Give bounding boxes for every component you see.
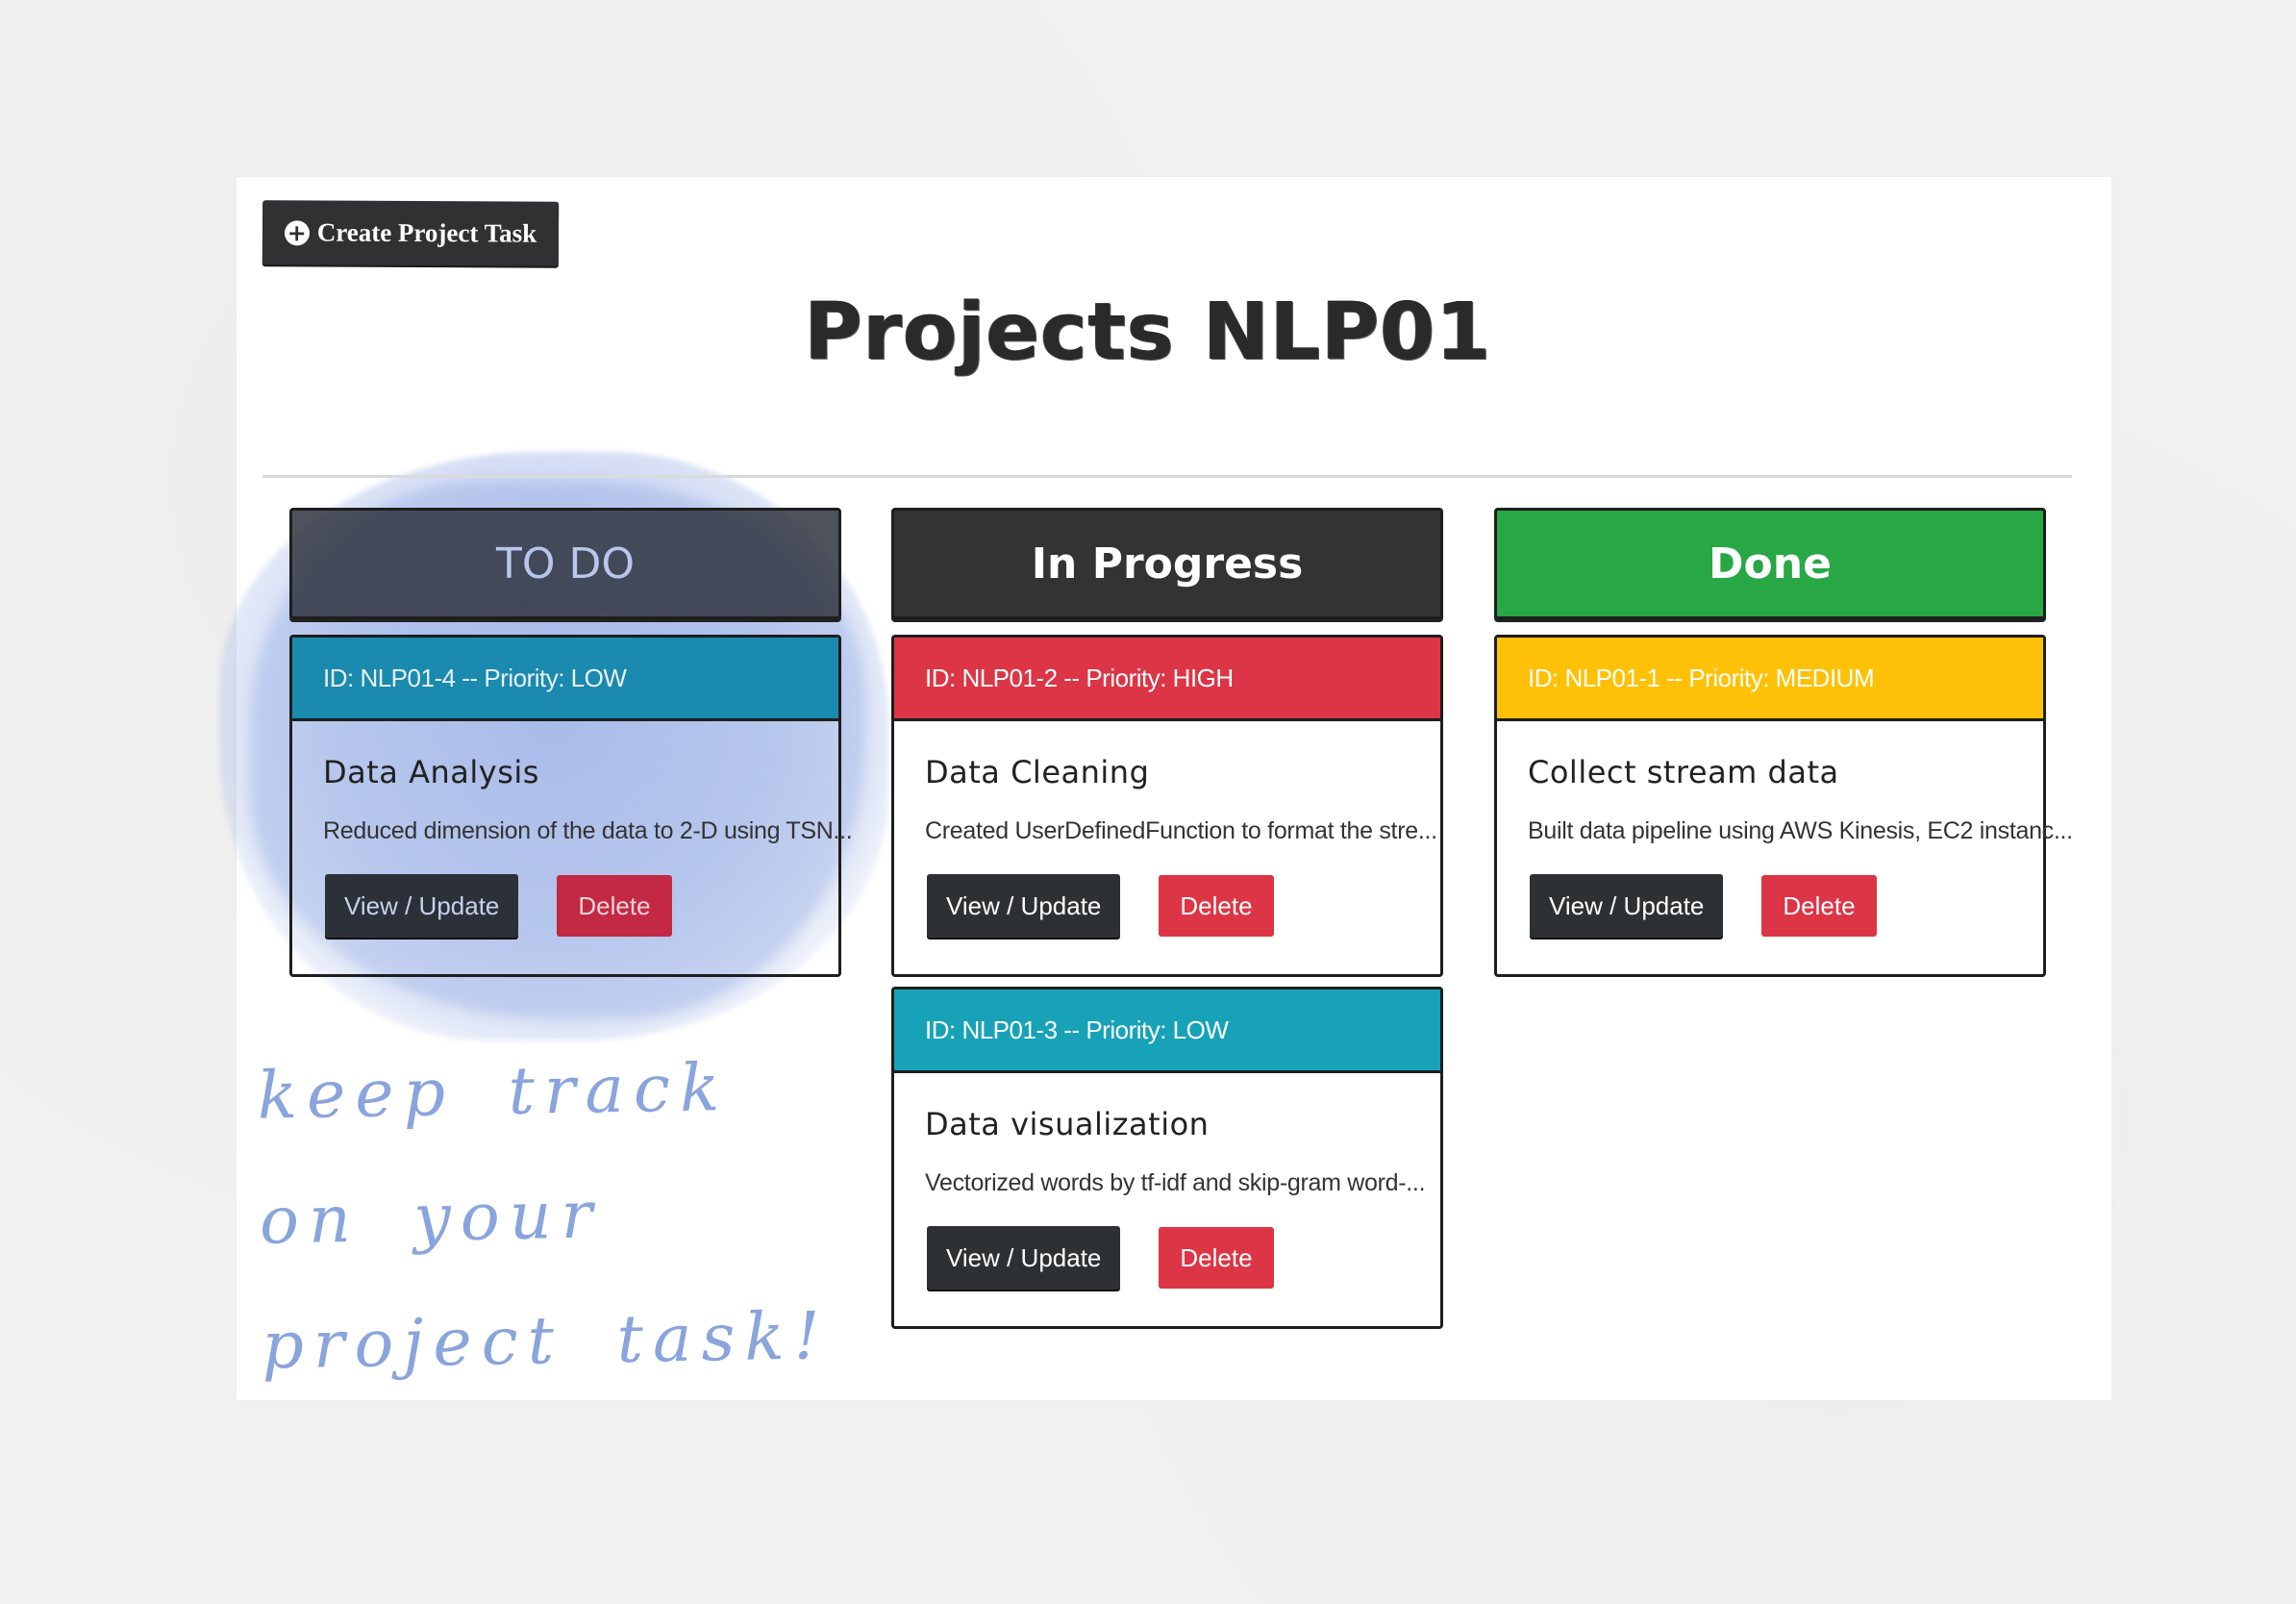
task-card-header: ID: NLP01-4 -- Priority: LOW bbox=[292, 638, 838, 721]
delete-button[interactable]: Delete bbox=[1159, 875, 1274, 937]
task-description: Built data pipeline using AWS Kinesis, E… bbox=[1528, 817, 2073, 844]
task-description: Created UserDefinedFunction to format th… bbox=[925, 817, 1437, 844]
plus-circle-icon: + bbox=[284, 219, 310, 246]
task-actions: View / Update Delete bbox=[325, 874, 672, 938]
page-title: Projects NLP01 bbox=[804, 287, 1492, 378]
task-description: Vectorized words by tf-idf and skip-gram… bbox=[925, 1169, 1426, 1196]
delete-button[interactable]: Delete bbox=[1159, 1227, 1274, 1289]
task-card: ID: NLP01-1 -- Priority: MEDIUM Collect … bbox=[1494, 635, 2073, 977]
task-actions: View / Update Delete bbox=[927, 1226, 1274, 1290]
task-card: ID: NLP01-4 -- Priority: LOW Data Analys… bbox=[289, 635, 853, 977]
task-title: Collect stream data bbox=[1528, 754, 1839, 790]
task-card: ID: NLP01-3 -- Priority: LOW Data visual… bbox=[891, 987, 1443, 1329]
task-actions: View / Update Delete bbox=[1530, 874, 1877, 938]
view-update-button[interactable]: View / Update bbox=[325, 874, 519, 938]
create-project-task-button[interactable]: + Create Project Task bbox=[262, 200, 560, 266]
task-actions: View / Update Delete bbox=[927, 874, 1274, 938]
task-card-header: ID: NLP01-1 -- Priority: MEDIUM bbox=[1497, 638, 2043, 721]
view-update-button[interactable]: View / Update bbox=[1530, 874, 1724, 938]
column-done: Done ID: NLP01-1 -- Priority: MEDIUM Col… bbox=[1494, 508, 2073, 977]
task-description: Reduced dimension of the data to 2-D usi… bbox=[323, 817, 853, 844]
annotation-line-1: keep track on your bbox=[257, 1050, 730, 1260]
task-title: Data visualization bbox=[925, 1106, 1210, 1142]
handwritten-annotation: keep track on your project task! bbox=[257, 1023, 879, 1409]
header-divider bbox=[262, 475, 2072, 478]
task-card-header: ID: NLP01-2 -- Priority: HIGH bbox=[894, 638, 1440, 721]
column-header-done: Done bbox=[1494, 508, 2046, 619]
task-card-header: ID: NLP01-3 -- Priority: LOW bbox=[894, 990, 1440, 1073]
task-title: Data Cleaning bbox=[925, 754, 1150, 790]
column-header-todo: TO DO bbox=[289, 508, 841, 619]
create-project-task-label: Create Project Task bbox=[316, 217, 537, 248]
column-todo: TO DO ID: NLP01-4 -- Priority: LOW Data … bbox=[289, 508, 853, 977]
column-in-progress: In Progress ID: NLP01-2 -- Priority: HIG… bbox=[891, 508, 1443, 1329]
view-update-button[interactable]: View / Update bbox=[927, 1226, 1121, 1290]
column-header-in-progress: In Progress bbox=[891, 508, 1443, 619]
annotation-line-2: project task! bbox=[261, 1298, 831, 1385]
task-title: Data Analysis bbox=[323, 754, 539, 790]
view-update-button[interactable]: View / Update bbox=[927, 874, 1121, 938]
task-card: ID: NLP01-2 -- Priority: HIGH Data Clean… bbox=[891, 635, 1443, 977]
delete-button[interactable]: Delete bbox=[557, 875, 672, 937]
delete-button[interactable]: Delete bbox=[1761, 875, 1877, 937]
